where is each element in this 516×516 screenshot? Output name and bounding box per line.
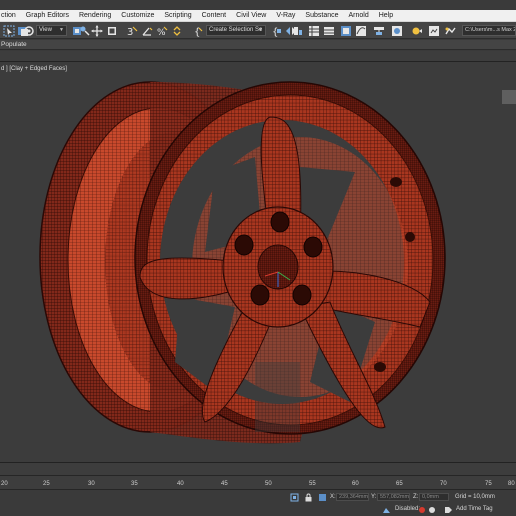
x-coordinate-label: X: [330, 494, 336, 500]
chevron-down-icon: ▼ [258, 27, 263, 33]
menu-item-rendering[interactable]: Rendering [74, 12, 116, 19]
timeline-tick-label: 65 [396, 481, 403, 487]
svg-text:3: 3 [127, 27, 133, 37]
timeline-tick-label: 20 [1, 481, 8, 487]
menu-item-vray[interactable]: V-Ray [271, 12, 300, 19]
menu-bar: ction Graph Editors Rendering Customize … [0, 10, 516, 22]
schematic-view-icon[interactable] [372, 24, 385, 37]
render-production-icon[interactable] [443, 24, 456, 37]
z-coordinate-field[interactable]: 0,0mm [419, 493, 449, 501]
menu-item-arnold[interactable]: Arnold [344, 12, 374, 19]
toggle-ribbon-icon[interactable] [339, 24, 352, 37]
timeline-track[interactable]: 20 25 30 35 40 45 50 55 60 65 70 75 80 [0, 475, 516, 489]
timeline-tick-label: 80 [508, 481, 515, 487]
perspective-viewport[interactable]: d ] [Clay + Edged Faces] [0, 61, 516, 462]
rendered-frame-window-icon[interactable] [427, 24, 440, 37]
time-slider[interactable] [0, 462, 516, 475]
wheel-render [39, 81, 516, 444]
menu-item-graph-editors[interactable]: Graph Editors [21, 12, 74, 19]
snap-toggle-icon[interactable]: 3 [125, 24, 138, 37]
timeline-tick-label: 55 [309, 481, 316, 487]
select-region-icon[interactable] [2, 24, 15, 37]
named-selection-sets-dropdown[interactable]: Create Selection Se ▼ [206, 25, 266, 36]
timeline-tick-label: 40 [177, 481, 184, 487]
timeline-tick-label: 30 [88, 481, 95, 487]
record-indicator-icon[interactable] [419, 507, 425, 513]
toggle-layer-explorer-icon[interactable] [322, 24, 335, 37]
ribbon-separator [0, 51, 516, 61]
toggle-scene-explorer-icon[interactable] [307, 24, 320, 37]
absolute-mode-icon[interactable] [318, 493, 327, 502]
rotate-icon[interactable] [105, 24, 118, 37]
align-icon[interactable] [291, 24, 304, 37]
disabled-label: Disabled: [395, 506, 421, 512]
y-coordinate-field[interactable]: 557,082mm [377, 493, 410, 501]
timeline-tick-label: 70 [440, 481, 447, 487]
svg-text:%: % [157, 28, 166, 37]
lock-icon[interactable] [304, 493, 313, 502]
ribbon-bar: Populate [0, 40, 516, 50]
time-config-icon[interactable] [429, 507, 435, 513]
curve-editor-icon[interactable] [354, 24, 367, 37]
timeline-tick-label: 50 [265, 481, 272, 487]
menu-item-scripting[interactable]: Scripting [159, 12, 196, 19]
selection-lock-icon[interactable] [290, 493, 299, 502]
project-folder-path-field[interactable]: C:\Users\m...s Max 20 [462, 25, 516, 36]
time-tag-icon[interactable] [444, 505, 453, 514]
percent-snap-icon[interactable]: % [155, 24, 168, 37]
viewport-label[interactable]: d ] [Clay + Edged Faces] [1, 66, 67, 72]
angle-snap-icon[interactable] [140, 24, 153, 37]
grid-size-label: Grid = 10,0mm [455, 494, 495, 500]
adaptive-degradation-icon[interactable] [382, 506, 391, 515]
timeline-tick-label: 45 [221, 481, 228, 487]
main-toolbar: View ▼ 3 % { Create Selection Se ▼ { C:\Us… [0, 22, 516, 39]
menu-item-animation[interactable]: ction [0, 12, 21, 19]
chevron-down-icon: ▼ [59, 27, 64, 33]
timeline-tick-label: 60 [352, 481, 359, 487]
render-setup-icon[interactable] [410, 24, 423, 37]
move-icon[interactable] [90, 24, 103, 37]
spinner-snap-icon[interactable] [170, 24, 183, 37]
selection-set-icon[interactable]: { [270, 24, 283, 37]
ribbon-tab-populate[interactable]: Populate [0, 40, 27, 50]
timeline-tick-label: 35 [131, 481, 138, 487]
menu-item-civil-view[interactable]: Civil View [231, 12, 271, 19]
link-icon[interactable] [22, 24, 35, 37]
y-coordinate-label: Y: [371, 494, 377, 500]
status-bar: X: 239,364mm Y: 557,082mm Z: 0,0mm Grid … [0, 489, 516, 516]
material-editor-icon[interactable] [390, 24, 403, 37]
menu-item-customize[interactable]: Customize [116, 12, 159, 19]
reference-coordinate-dropdown[interactable]: View ▼ [36, 25, 67, 36]
timeline-tick-label: 75 [485, 481, 492, 487]
menu-item-content[interactable]: Content [197, 12, 232, 19]
timeline-tick-label: 25 [43, 481, 50, 487]
x-coordinate-field[interactable]: 239,364mm [336, 493, 369, 501]
edit-named-selection-icon[interactable]: { [191, 24, 204, 37]
menu-item-substance[interactable]: Substance [300, 12, 343, 19]
menu-item-help[interactable]: Help [374, 12, 398, 19]
add-time-tag-button[interactable]: Add Time Tag [456, 506, 493, 512]
z-coordinate-label: Z: [413, 494, 419, 500]
